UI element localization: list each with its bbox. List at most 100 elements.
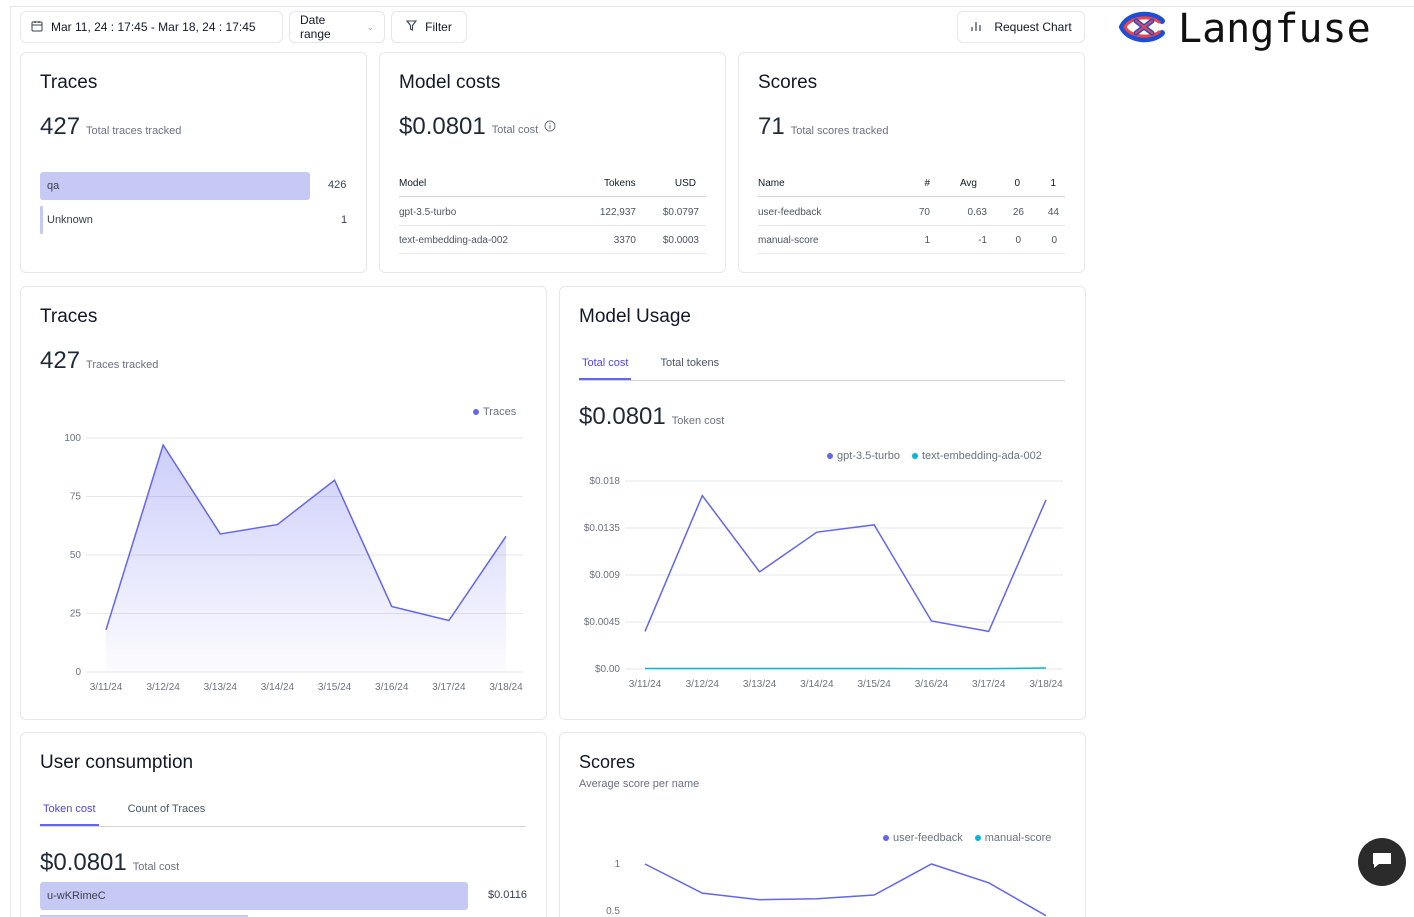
x-tick-label: 3/12/24 (686, 679, 720, 690)
x-tick-label: 3/14/24 (261, 682, 295, 693)
scores-chart-card: Scores Average score per name user-feedb… (559, 732, 1086, 917)
y-tick-label: $0.018 (589, 476, 620, 487)
x-tick-label: 3/17/24 (972, 679, 1006, 690)
request-chart-label: Request Chart (994, 20, 1072, 34)
table-row: manual-score 1 -1 0 0 (758, 227, 1065, 254)
langfuse-logo: Langfuse (1118, 6, 1371, 52)
y-tick-label: 50 (70, 550, 82, 561)
series-line-text-embedding-ada-002 (645, 667, 1047, 670)
model-costs-title: Model costs (399, 72, 501, 93)
chevron-down-icon: ⌄ (366, 21, 374, 32)
scores-line-chart: 10.5 (606, 859, 1047, 917)
x-tick-label: 3/14/24 (800, 679, 834, 690)
y-tick-label: $0.0135 (584, 523, 621, 534)
score-avg-cell: 0.63 (967, 206, 987, 218)
traces-summary-title: Traces (40, 72, 98, 93)
model-costs-total: $0.0801 (399, 113, 486, 140)
chat-widget-button[interactable] (1358, 838, 1406, 886)
traces-total-label: Total traces tracked (86, 125, 182, 137)
score-count-cell: 70 (918, 206, 930, 218)
score-avg-cell: -1 (978, 234, 987, 246)
scores-summary-card: Scores 71 Total scores tracked Name # Av… (738, 52, 1085, 273)
user-consumption-tabs: Token cost Count of Traces (40, 803, 526, 827)
column-header: 1 (1050, 177, 1056, 189)
table-header-row: Model Tokens USD (399, 170, 706, 197)
y-tick-label: 100 (64, 433, 81, 444)
traces-summary-metric: 427 Total traces tracked (40, 113, 181, 141)
calendar-icon (31, 20, 43, 35)
traces-chart-card: Traces 427 Traces tracked Traces 0 25 50 75… (20, 286, 547, 720)
tab-token-cost[interactable]: Token cost (40, 803, 99, 826)
column-header: Model (399, 177, 427, 189)
traces-area-chart: 0 25 50 75 100 3/11/24 3/12/24 3/13/24 3/14/24 3/… (64, 433, 523, 693)
table-row: gpt-3.5-turbo 122,937 $0.0797 (399, 199, 706, 226)
trace-name-count: 1 (341, 214, 348, 226)
score-name-cell: manual-score (758, 234, 819, 246)
model-name-cell: gpt-3.5-turbo (399, 206, 457, 218)
y-tick-label: 75 (70, 492, 82, 503)
score-one-cell: 44 (1047, 206, 1059, 218)
tokens-cell: 122,937 (599, 206, 636, 218)
user-consumption-title: User consumption (40, 752, 194, 773)
x-tick-label: 3/16/24 (375, 682, 409, 693)
table-header-row: Name # Avg 0 1 (758, 170, 1065, 197)
y-tick-label: $0.00 (595, 664, 620, 675)
usd-cell: $0.0797 (662, 206, 699, 218)
x-tick-label: 3/13/24 (204, 682, 238, 693)
x-tick-label: 3/18/24 (489, 682, 523, 693)
x-tick-label: 3/15/24 (318, 682, 352, 693)
date-picker-label: Mar 11, 24 : 17:45 - Mar 18, 24 : 17:45 (51, 20, 256, 34)
model-name-cell: text-embedding-ada-002 (399, 234, 508, 246)
scores-summary-title: Scores (758, 72, 818, 93)
trace-name-label: Unknown (47, 214, 93, 226)
score-one-cell: 0 (1051, 234, 1057, 246)
y-tick-label: 25 (70, 609, 82, 620)
column-header: # (924, 177, 930, 189)
filter-button[interactable]: Filter (391, 11, 467, 43)
user-consumption-card: User consumption Token cost Count of Tra… (20, 732, 547, 917)
y-tick-label: $0.0045 (584, 617, 621, 628)
scores-summary-metric: 71 Total scores tracked (758, 113, 889, 141)
y-tick-label: 0 (75, 667, 81, 678)
usd-cell: $0.0003 (662, 234, 699, 246)
trace-name-row-unknown-bar (40, 206, 43, 234)
x-tick-label: 3/17/24 (432, 682, 466, 693)
tokens-cell: 3370 (613, 234, 636, 246)
score-zero-cell: 0 (1015, 234, 1021, 246)
model-usage-card: Model Usage Total cost Total tokens $0.0… (559, 286, 1086, 720)
x-tick-label: 3/11/24 (629, 679, 662, 690)
trace-name-label: qa (47, 180, 60, 192)
user-feedback-series-line (644, 863, 1047, 917)
user-id-label: u-wKRimeC (47, 890, 106, 902)
scores-total-label: Total scores tracked (790, 125, 889, 137)
date-range-label: Date range (300, 13, 331, 41)
model-costs-metric: $0.0801 Total cost (399, 113, 556, 141)
tab-count-of-traces[interactable]: Count of Traces (125, 803, 209, 826)
user-consumption-total-label: Total cost (132, 861, 180, 873)
model-costs-table: Model Tokens USD gpt-3.5-turbo 122,937 $… (399, 170, 706, 255)
column-header: Tokens (604, 177, 636, 189)
x-tick-label: 3/11/24 (90, 682, 123, 693)
column-header: USD (674, 177, 696, 189)
langfuse-logo-text: Langfuse (1178, 6, 1371, 52)
filter-icon (406, 20, 418, 34)
date-range-select[interactable]: Date range ⌄ (289, 11, 385, 43)
user-consumption-total: $0.0801 (40, 849, 127, 876)
info-icon[interactable] (544, 119, 556, 137)
model-usage-line-chart: $0.00 $0.0045 $0.009 $0.0135 $0.018 3/11/24 3/… (584, 476, 1063, 690)
trace-name-count: 426 (328, 179, 347, 191)
x-tick-label: 3/16/24 (915, 679, 949, 690)
traces-total: 427 (40, 113, 81, 140)
request-chart-button[interactable]: Request Chart (957, 11, 1085, 43)
x-tick-label: 3/18/24 (1029, 679, 1063, 690)
series-line-gpt-3.5-turbo (644, 494, 1047, 633)
column-header: Avg (959, 177, 977, 189)
user-consumption-metric: $0.0801 Total cost (40, 849, 179, 877)
date-picker-button[interactable]: Mar 11, 24 : 17:45 - Mar 18, 24 : 17:45 (20, 11, 283, 43)
user-row: u-wKRimeC (40, 882, 468, 910)
scores-table: Name # Avg 0 1 user-feedback 70 0.63 26 … (758, 170, 1065, 255)
table-row: user-feedback 70 0.63 26 44 (758, 199, 1065, 226)
model-costs-card: Model costs $0.0801 Total cost Model Tok… (379, 52, 726, 273)
y-tick-label: $0.009 (589, 570, 620, 581)
column-header: 0 (1014, 177, 1020, 189)
